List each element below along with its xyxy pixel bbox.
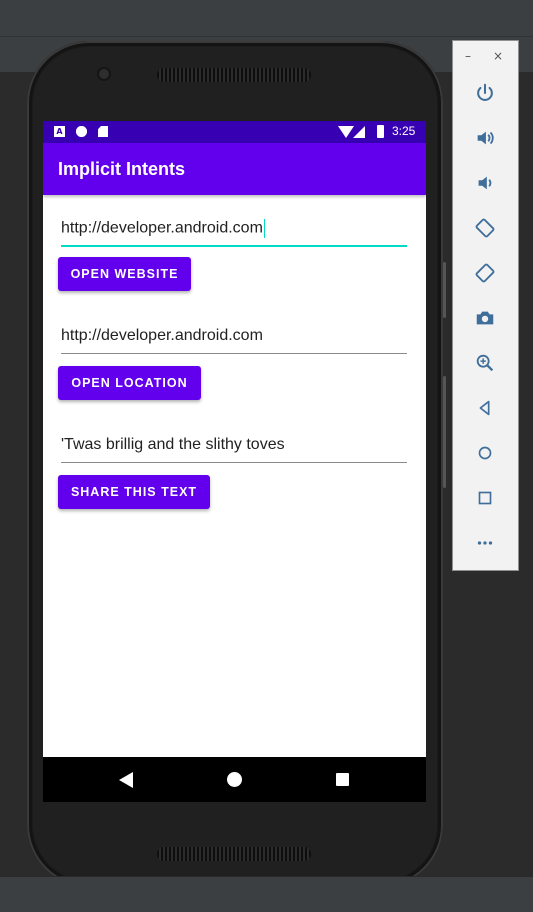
emulator-minimize-button[interactable]: – xyxy=(465,49,471,63)
zoom-icon xyxy=(476,354,494,372)
open-website-button[interactable]: OPEN WEBSITE xyxy=(58,257,191,291)
home-button[interactable] xyxy=(470,438,500,468)
top-speaker-grille xyxy=(157,68,311,82)
volume-up-button[interactable] xyxy=(470,123,500,153)
zoom-button[interactable] xyxy=(470,348,500,378)
overview-button[interactable] xyxy=(470,483,500,513)
power-icon xyxy=(477,83,493,101)
navigation-bar xyxy=(43,757,426,802)
cell-signal-icon xyxy=(353,126,365,138)
front-camera xyxy=(99,69,109,79)
nav-back-icon[interactable] xyxy=(119,772,133,788)
share-text-button[interactable]: SHARE THIS TEXT xyxy=(58,475,210,509)
website-edittext[interactable]: http://developer.android.com xyxy=(61,217,407,247)
phone-volume-side-button xyxy=(443,376,446,488)
a-notification-icon: A xyxy=(54,126,65,137)
nav-home-icon[interactable] xyxy=(227,772,242,787)
overview-icon xyxy=(478,491,492,505)
nav-recents-icon[interactable] xyxy=(336,773,349,786)
share-text-edittext[interactable]: 'Twas brillig and the slithy toves xyxy=(61,434,407,463)
location-edittext[interactable]: http://developer.android.com xyxy=(61,325,407,354)
rotate-right-icon xyxy=(475,263,495,283)
back-button[interactable] xyxy=(470,393,500,423)
power-button[interactable] xyxy=(470,78,500,108)
more-icon xyxy=(477,541,493,545)
battery-icon xyxy=(377,125,384,138)
more-button[interactable] xyxy=(470,528,500,558)
status-time: 3:25 xyxy=(392,124,416,138)
phone-power-side-button xyxy=(443,262,446,318)
text-cursor xyxy=(263,219,266,238)
circle-notification-icon xyxy=(76,126,87,137)
ide-top-toolbar xyxy=(0,0,533,37)
share-text-edittext-value: 'Twas brillig and the slithy toves xyxy=(61,436,285,453)
sd-card-icon xyxy=(98,126,108,137)
ide-bottom-toolbar xyxy=(0,876,533,912)
back-icon xyxy=(479,400,490,416)
emulator-toolbar: – × xyxy=(452,40,519,571)
rotate-left-icon xyxy=(475,218,495,238)
bottom-speaker-grille xyxy=(157,847,311,861)
volume-down-icon xyxy=(478,176,492,190)
home-icon xyxy=(478,446,492,460)
screenshot-button[interactable] xyxy=(470,303,500,333)
app-title: Implicit Intents xyxy=(58,159,186,179)
wifi-icon xyxy=(338,126,354,138)
website-edittext-value: http://developer.android.com xyxy=(61,219,263,237)
camera-icon xyxy=(476,311,494,325)
device-screen: A 3:25 Implicit Intents http://developer… xyxy=(43,121,426,802)
emulator-close-button[interactable]: × xyxy=(493,49,503,63)
volume-down-button[interactable] xyxy=(470,168,500,198)
rotate-right-button[interactable] xyxy=(470,258,500,288)
rotate-left-button[interactable] xyxy=(470,213,500,243)
status-bar: A 3:25 xyxy=(43,121,426,143)
open-location-button[interactable]: OPEN LOCATION xyxy=(58,366,201,400)
volume-up-icon xyxy=(477,131,494,145)
location-edittext-value: http://developer.android.com xyxy=(61,327,263,344)
app-bar: Implicit Intents xyxy=(43,143,426,195)
